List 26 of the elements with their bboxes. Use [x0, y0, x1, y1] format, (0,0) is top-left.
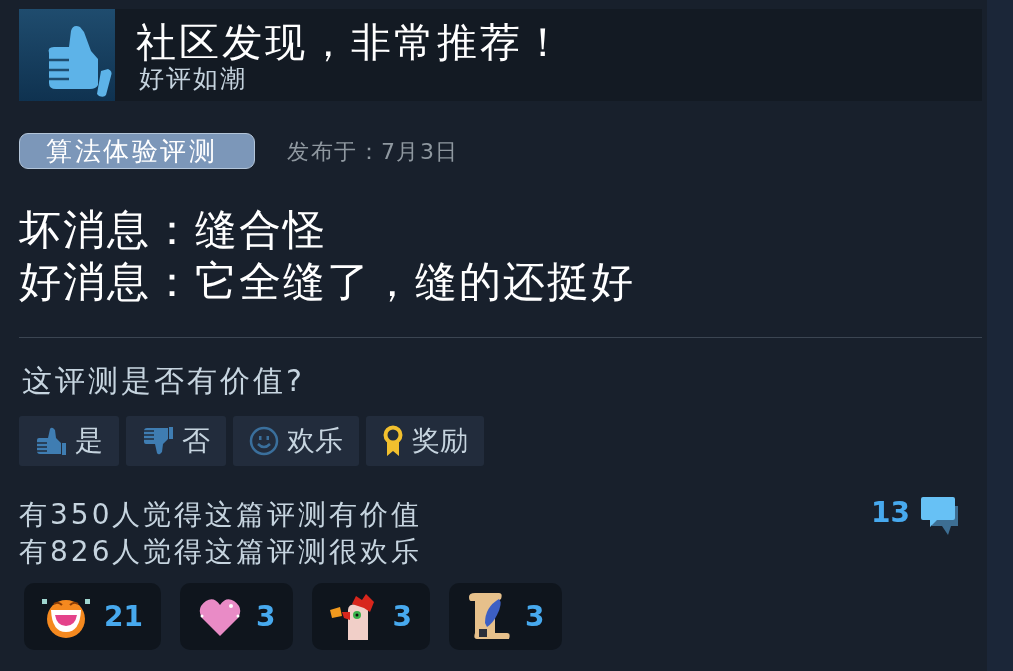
- thumbs-up-icon: [35, 426, 67, 456]
- review-line: 坏消息：缝合怪: [19, 204, 328, 256]
- recommendation-title: 社区发现，非常推荐！: [136, 19, 566, 65]
- thumbs-up-icon: [19, 9, 115, 101]
- no-button[interactable]: 否: [126, 416, 226, 466]
- heart-icon: [197, 596, 242, 637]
- yes-button[interactable]: 是: [19, 416, 119, 466]
- rating-label: 好评如潮: [139, 65, 248, 93]
- post-date: 发布于：7月3日: [287, 137, 459, 166]
- comments-link[interactable]: 13: [871, 496, 960, 536]
- helpful-question: 这评测是否有价值?: [22, 362, 306, 400]
- award-reaction-button[interactable]: 3: [312, 583, 430, 650]
- award-button[interactable]: 奖励: [366, 416, 484, 466]
- review-tag: 算法体验评测: [19, 133, 255, 169]
- speech-bubble-icon: [920, 496, 960, 536]
- award-reaction-button[interactable]: 21: [24, 583, 161, 650]
- award-reaction-button[interactable]: 3: [179, 583, 294, 650]
- thumbs-down-icon: [142, 426, 174, 456]
- vote-summary-line: 有826人觉得这篇评测很欢乐: [19, 534, 423, 570]
- smiley-icon: [249, 426, 279, 456]
- funny-button[interactable]: 欢乐: [233, 416, 359, 466]
- vote-summary-line: 有350人觉得这篇评测有价值: [19, 497, 423, 533]
- medal-icon: [382, 425, 404, 457]
- award-reaction-button[interactable]: 3: [448, 583, 563, 650]
- scroll-quill-icon: [466, 592, 511, 641]
- review-line: 好消息：它全缝了，缝的还挺好: [19, 256, 636, 308]
